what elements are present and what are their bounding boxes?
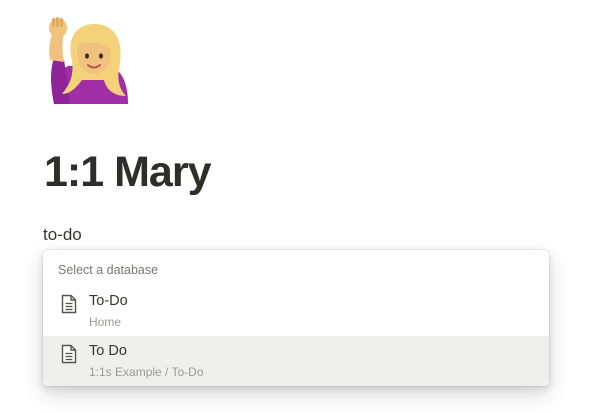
database-option-path: Home: [89, 315, 122, 329]
database-option-to-do-home[interactable]: To-Do Home: [43, 286, 549, 336]
person-raising-hand-emoji-icon[interactable]: [46, 14, 134, 106]
text-block[interactable]: to-do: [43, 224, 82, 246]
database-option-to-do-1on1s[interactable]: To Do 1:1s Example / To-Do: [43, 336, 549, 386]
page-icon: [61, 294, 77, 314]
database-option-title: To Do: [89, 343, 127, 359]
notion-page: 1:1 Mary to-do Select a database To-Do H…: [0, 0, 600, 412]
page-title[interactable]: 1:1 Mary: [44, 146, 211, 198]
select-database-menu: Select a database To-Do Home To Do 1:1s …: [43, 250, 549, 386]
menu-header: Select a database: [58, 263, 159, 277]
page-icon: [61, 344, 77, 364]
database-option-path: 1:1s Example / To-Do: [89, 365, 204, 379]
database-option-title: To-Do: [89, 293, 128, 309]
